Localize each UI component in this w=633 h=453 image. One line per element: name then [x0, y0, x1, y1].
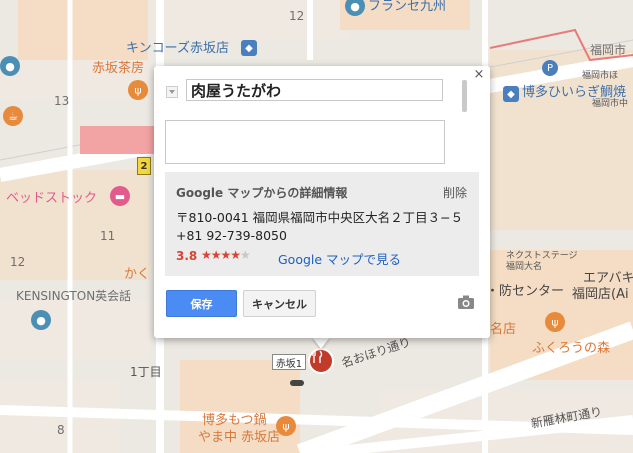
poi-label-meiten[interactable]: 名店 — [490, 323, 516, 336]
restaurant-pin-icon[interactable]: ψ — [545, 312, 565, 332]
lodging-pin-icon[interactable]: ▬ — [110, 186, 130, 206]
dialog-pointer — [312, 337, 330, 349]
station-sign: 赤坂1 — [272, 354, 306, 370]
delete-link[interactable]: 削除 — [443, 184, 467, 201]
poi-label-hakata-hiiragi[interactable]: 博多ひいらぎ鯛焼 — [522, 86, 626, 99]
info-header: Google マップからの詳細情報 — [176, 186, 348, 200]
scrollbar-thumb[interactable] — [462, 80, 467, 112]
block-number: 12 — [10, 255, 26, 269]
place-title-input[interactable] — [186, 79, 443, 101]
district-label: 1丁目 — [130, 365, 162, 379]
landmark-pin-icon[interactable]: ● — [31, 310, 51, 330]
poi-label-small[interactable]: 福岡市ほ — [582, 72, 618, 81]
poi-label-fukuoka-ten[interactable]: 福岡店(Ai — [572, 288, 629, 301]
star-rating-icon: ★★★★★ — [201, 248, 251, 262]
poi-label-erabaki[interactable]: エアバキ — [583, 272, 633, 285]
shopping-bag-icon[interactable]: ◆ — [241, 40, 257, 56]
poi-label-kaku[interactable]: かく — [124, 268, 150, 281]
poi-label-small[interactable]: 福岡市中 — [592, 100, 628, 109]
poi-label-bosai[interactable]: ・防センター — [486, 285, 564, 298]
cancel-button[interactable]: キャンセル — [243, 290, 316, 317]
poi-label-yamanaka[interactable]: やま中 赤坂店 — [198, 431, 280, 444]
save-button[interactable]: 保存 — [166, 290, 237, 317]
poi-label-fukuoka-city[interactable]: 福岡市 — [590, 44, 626, 56]
camera-icon[interactable] — [457, 294, 475, 310]
poi-label-kinkos[interactable]: キンコーズ赤坂店 — [126, 42, 229, 55]
view-in-maps-link[interactable]: Google マップで見る — [278, 249, 401, 268]
poi-label-france[interactable]: フランセ九州 — [368, 0, 446, 13]
restaurant-pin-icon[interactable]: ψ — [276, 416, 296, 436]
landmark-pin-icon[interactable]: ● — [0, 56, 20, 76]
restaurant-pin-icon[interactable]: ψ — [128, 80, 148, 100]
traffic-light-icon — [290, 380, 304, 386]
poi-label-bedstock[interactable]: ベッドストック — [6, 192, 97, 205]
description-textarea[interactable] — [165, 120, 445, 164]
rating-value: 3.8 — [176, 249, 198, 263]
block-number: 11 — [100, 229, 116, 243]
poi-label-hakata-motsu[interactable]: 博多もつ鍋 — [202, 414, 266, 427]
google-maps-info-panel: Google マップからの詳細情報 削除 〒810-0041 福岡県福岡市中央区… — [165, 172, 479, 276]
block-number: 12 — [289, 9, 305, 23]
place-edit-dialog: × Google マップからの詳細情報 削除 〒810-0041 福岡県福岡市中… — [154, 66, 490, 338]
poi-label-kensington[interactable]: KENSINGTON英会話 — [16, 290, 131, 302]
parking-icon[interactable]: P — [542, 60, 558, 76]
restaurant-marker-icon[interactable] — [308, 348, 334, 374]
address-text: 〒810-0041 福岡県福岡市中央区大名２丁目３−５ — [176, 210, 464, 225]
stars-empty: ★ — [240, 248, 251, 262]
poi-label-nextstage[interactable]: 福岡大名 — [506, 263, 542, 272]
stars-filled: ★★★★ — [201, 248, 241, 262]
fork-knife-icon — [312, 350, 323, 363]
shopping-bag-icon[interactable]: ◆ — [503, 86, 519, 102]
close-icon[interactable]: × — [472, 68, 486, 82]
poi-label-fukuro[interactable]: ふくろうの森 — [532, 342, 610, 355]
block-number: 13 — [54, 94, 70, 108]
poi-label-nextstage[interactable]: ネクストステージ — [506, 252, 578, 261]
block-number: 8 — [57, 423, 65, 437]
cafe-pin-icon[interactable]: ☕ — [3, 106, 23, 126]
poi-label-akasaka-sabo[interactable]: 赤坂茶房 — [92, 62, 144, 75]
style-dropdown-icon[interactable] — [166, 86, 178, 98]
subway-line-badge: 2 — [137, 157, 151, 175]
phone-text: +81 92-739-8050 — [176, 228, 287, 243]
